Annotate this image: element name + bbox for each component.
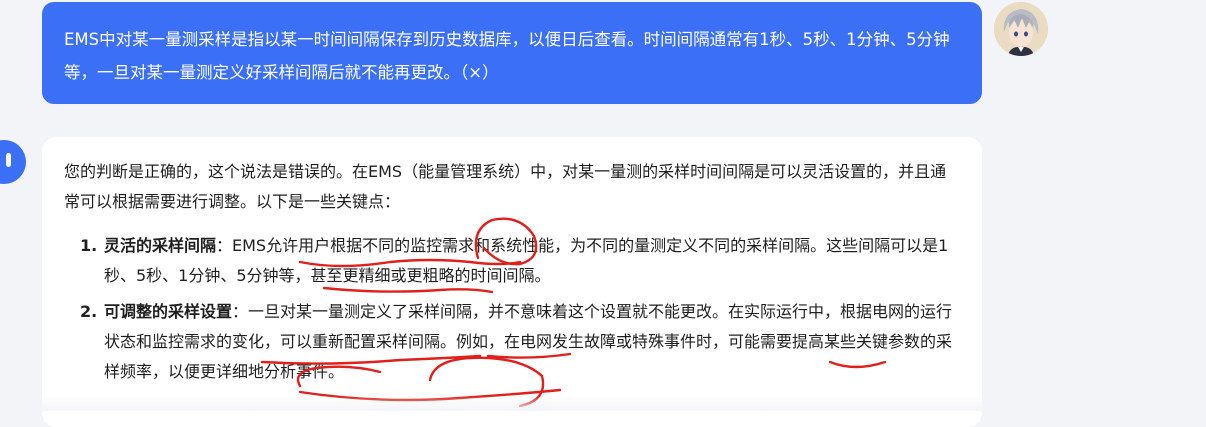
bot-eye [6, 153, 11, 167]
list-item-number: 1. [80, 236, 98, 255]
user-message-bubble: EMS中对某一量测采样是指以某一时间间隔保存到历史数据库，以便日后查看。时间间隔… [42, 2, 982, 104]
list-item: 2. 可调整的采样设置：一旦对某一量测定义了采样间隔，并不意味着这个设置就不能更… [64, 297, 958, 387]
user-avatar[interactable] [994, 2, 1048, 56]
list-item: 1. 灵活的采样间隔：EMS允许用户根据不同的监控需求和系统性能，为不同的量测定… [64, 231, 958, 291]
user-message-text: EMS中对某一量测采样是指以某一时间间隔保存到历史数据库，以便日后查看。时间间隔… [64, 30, 950, 82]
assistant-intro-text: 您的判断是正确的，这个说法是错误的。在EMS（能量管理系统）中，对某一量测的采样… [64, 162, 947, 211]
list-item-number: 2. [80, 302, 98, 321]
anime-character-avatar-icon [994, 2, 1048, 56]
scroll-fade [0, 396, 1206, 411]
list-item-text: ：一旦对某一量测定义了采样间隔，并不意味着这个设置就不能更改。在实际运行中，根据… [104, 302, 953, 381]
bot-face-icon [0, 140, 26, 184]
list-item-text: ：EMS允许用户根据不同的监控需求和系统性能，为不同的量测定义不同的采样间隔。这… [104, 236, 949, 285]
list-item-title: 可调整的采样设置 [104, 302, 233, 321]
list-item-title: 灵活的采样间隔 [104, 236, 217, 255]
assistant-message-card: 您的判断是正确的，这个说法是错误的。在EMS（能量管理系统）中，对某一量测的采样… [42, 137, 982, 427]
key-points-list: 1. 灵活的采样间隔：EMS允许用户根据不同的监控需求和系统性能，为不同的量测定… [64, 231, 958, 387]
